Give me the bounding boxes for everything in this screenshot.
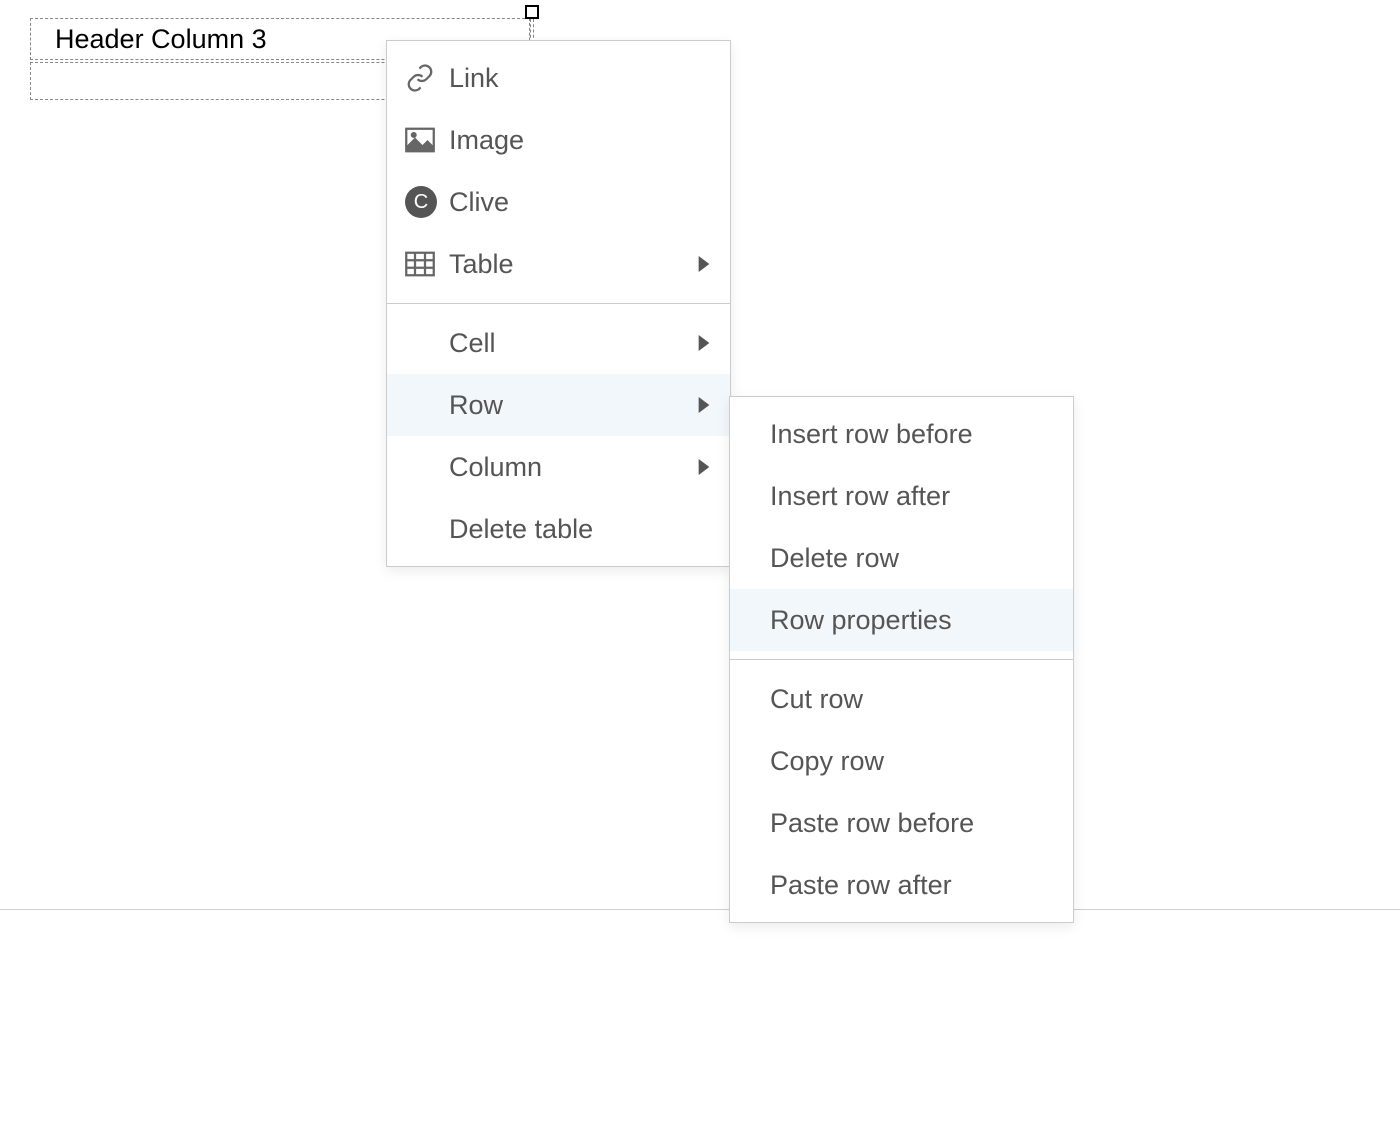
menu-item-clive[interactable]: C Clive: [387, 171, 730, 233]
menu-item-label: Column: [449, 452, 698, 483]
menu-item-label: Insert row after: [770, 481, 1053, 512]
menu-item-image[interactable]: Image: [387, 109, 730, 171]
menu-item-delete-row[interactable]: Delete row: [730, 527, 1073, 589]
menu-item-label: Insert row before: [770, 419, 1053, 450]
menu-item-label: Table: [449, 249, 698, 280]
menu-item-insert-row-before[interactable]: Insert row before: [730, 403, 1073, 465]
link-icon: [405, 62, 443, 94]
chevron-right-icon: [698, 256, 710, 272]
table-header-text: Header Column 3: [55, 24, 267, 55]
menu-separator: [730, 659, 1073, 660]
chevron-right-icon: [698, 397, 710, 413]
menu-item-label: Row properties: [770, 605, 1053, 636]
menu-item-label: Image: [449, 125, 710, 156]
menu-item-label: Link: [449, 63, 710, 94]
menu-item-delete-table[interactable]: Delete table: [387, 498, 730, 560]
menu-item-paste-row-before[interactable]: Paste row before: [730, 792, 1073, 854]
chevron-right-icon: [698, 459, 710, 475]
menu-item-label: Row: [449, 390, 698, 421]
clive-icon: C: [405, 186, 443, 218]
icon-placeholder: [405, 327, 443, 359]
menu-item-row[interactable]: Row: [387, 374, 730, 436]
menu-item-copy-row[interactable]: Copy row: [730, 730, 1073, 792]
menu-item-label: Clive: [449, 187, 710, 218]
icon-placeholder: [405, 451, 443, 483]
menu-separator: [387, 303, 730, 304]
menu-item-label: Cell: [449, 328, 698, 359]
menu-item-column[interactable]: Column: [387, 436, 730, 498]
menu-item-cut-row[interactable]: Cut row: [730, 668, 1073, 730]
row-submenu: Insert row before Insert row after Delet…: [729, 396, 1074, 923]
menu-item-label: Cut row: [770, 684, 1053, 715]
image-icon: [405, 124, 443, 156]
menu-item-label: Paste row before: [770, 808, 1053, 839]
menu-item-label: Delete table: [449, 514, 710, 545]
icon-placeholder: [405, 389, 443, 421]
table-cell[interactable]: [31, 63, 47, 99]
menu-item-label: Paste row after: [770, 870, 1053, 901]
icon-placeholder: [405, 513, 443, 545]
menu-item-row-properties[interactable]: Row properties: [730, 589, 1073, 651]
menu-item-table[interactable]: Table: [387, 233, 730, 295]
menu-item-label: Copy row: [770, 746, 1053, 777]
table-header-cell[interactable]: [31, 19, 47, 59]
menu-item-cell[interactable]: Cell: [387, 312, 730, 374]
menu-item-insert-row-after[interactable]: Insert row after: [730, 465, 1073, 527]
table-icon: [405, 248, 443, 280]
menu-item-paste-row-after[interactable]: Paste row after: [730, 854, 1073, 916]
table-resize-handle[interactable]: [525, 5, 539, 19]
context-menu: Link Image C Clive Table: [386, 40, 731, 567]
menu-item-link[interactable]: Link: [387, 47, 730, 109]
chevron-right-icon: [698, 335, 710, 351]
menu-item-label: Delete row: [770, 543, 1053, 574]
